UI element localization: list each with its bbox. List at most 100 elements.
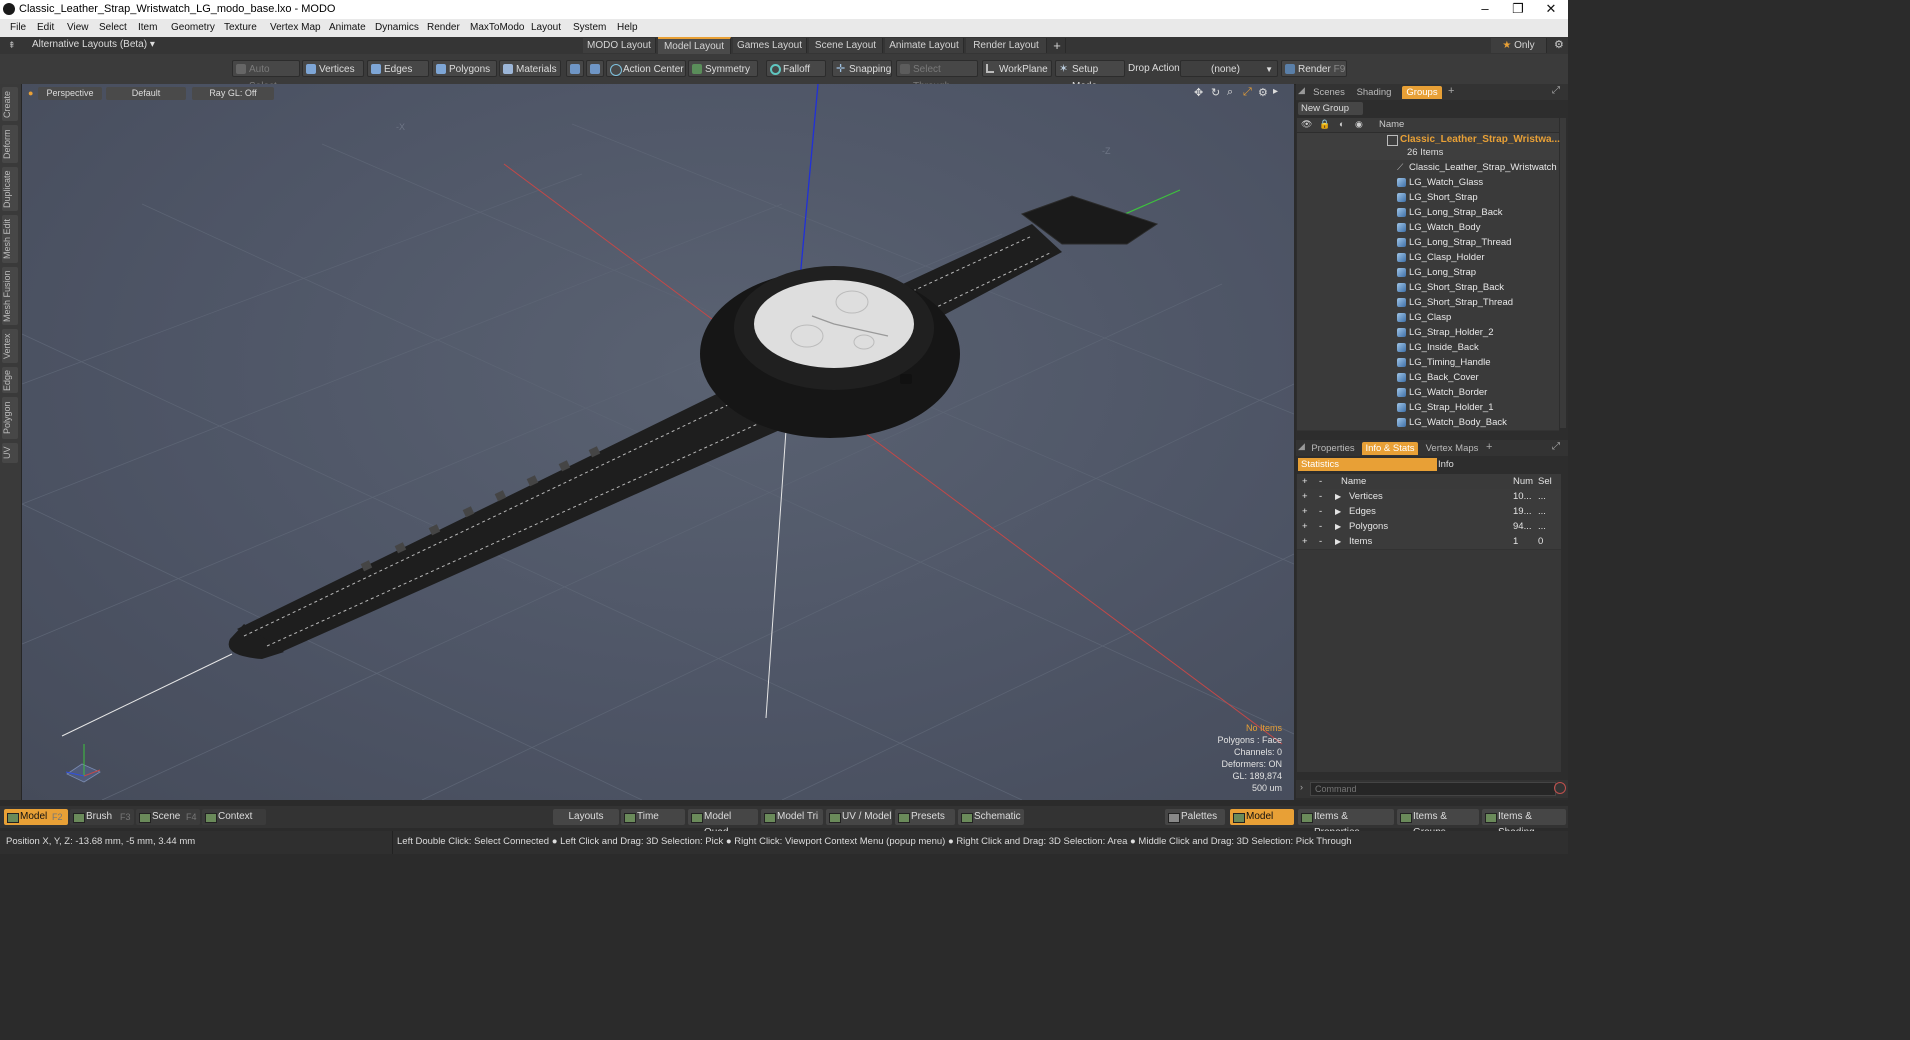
expand-arrow-icon[interactable]: ▶ [1335, 519, 1341, 534]
menu-help[interactable]: Help [617, 22, 638, 33]
tab-duplicate[interactable]: Duplicate [2, 167, 18, 211]
group-item[interactable]: LG_Short_Strap_Back [1297, 280, 1559, 296]
tab-properties[interactable]: Properties [1308, 442, 1358, 455]
scene-mode-button[interactable]: Scene F4 [136, 809, 200, 825]
lock-icon[interactable]: 🔒 [1319, 119, 1330, 130]
tab-uv[interactable]: UV [2, 443, 18, 463]
items-groups-button[interactable]: Items & Groups [1397, 809, 1479, 838]
menu-view[interactable]: View [67, 22, 89, 33]
group-item[interactable]: LG_Watch_Glass [1297, 175, 1559, 191]
model-tri-button[interactable]: Model Tri [761, 809, 823, 825]
plus-icon[interactable]: + [1302, 489, 1308, 504]
close-icon[interactable]: ✕ [1531, 1, 1571, 17]
tab-model-layout[interactable]: Model Layout [658, 37, 731, 54]
tab-shading[interactable]: Shading [1352, 86, 1396, 99]
render-button[interactable]: Render F9 [1281, 60, 1347, 77]
menu-layout[interactable]: Layout [531, 22, 561, 33]
tab-info-stats[interactable]: Info & Stats [1362, 442, 1418, 455]
tab-animate-layout[interactable]: Animate Layout [885, 38, 964, 53]
auto-select-button[interactable]: Auto Select [232, 60, 300, 92]
stats-row[interactable]: + - ▶ Polygons 94...... [1297, 519, 1561, 535]
context-mode-button[interactable]: Context [202, 809, 266, 825]
tab-games-layout[interactable]: Games Layout [733, 38, 807, 53]
group-item[interactable]: LG_Clasp [1297, 310, 1559, 326]
minus-icon[interactable]: - [1319, 504, 1322, 519]
group-item[interactable]: LG_Inside_Back [1297, 340, 1559, 356]
group-item[interactable]: LG_Timing_Handle [1297, 355, 1559, 371]
tab-scene-layout[interactable]: Scene Layout [809, 38, 883, 53]
model-panel-button[interactable]: Model [1230, 809, 1294, 825]
stats-row[interactable]: + - ▶ Vertices 10...... [1297, 489, 1561, 505]
setup-mode-button[interactable]: ✶Setup Mode [1055, 60, 1125, 92]
only-button[interactable]: ★ Only [1491, 38, 1547, 53]
materials-button[interactable]: Materials [499, 60, 561, 77]
group-item[interactable]: LG_Long_Strap_Back [1297, 205, 1559, 221]
schematic-button[interactable]: Schematic [958, 809, 1024, 825]
eye-icon[interactable]: 👁 [1301, 119, 1312, 130]
action-center-button[interactable]: Action Center [606, 60, 686, 77]
plus-icon[interactable]: + [1302, 519, 1308, 534]
menu-geometry[interactable]: Geometry [171, 22, 215, 33]
expand-panel-icon[interactable]: ⤢ [1552, 85, 1560, 96]
tab-deform[interactable]: Deform [2, 125, 18, 163]
panel-grip-icon[interactable]: ◢ [1298, 85, 1305, 96]
tab-render-layout[interactable]: Render Layout [966, 38, 1047, 53]
panel-grip-icon[interactable]: ◢ [1298, 441, 1305, 452]
menu-animate[interactable]: Animate [329, 22, 366, 33]
menu-render[interactable]: Render [427, 22, 460, 33]
presets-button[interactable]: Presets [895, 809, 955, 825]
collapse-all-icon[interactable]: - [1319, 474, 1322, 489]
menu-edit[interactable]: Edit [37, 22, 54, 33]
tab-mesh-fusion[interactable]: Mesh Fusion [2, 267, 18, 325]
menu-select[interactable]: Select [99, 22, 127, 33]
info-tab[interactable]: Info [1438, 458, 1566, 471]
minus-icon[interactable]: - [1319, 519, 1322, 534]
group-item[interactable]: LG_Watch_Border [1297, 385, 1559, 401]
tab-modo-layout[interactable]: MODO Layout [583, 38, 656, 53]
group-item[interactable]: LG_Short_Strap [1297, 190, 1559, 206]
expand-arrow-icon[interactable]: ▶ [1335, 534, 1341, 549]
falloff-button[interactable]: Falloff [766, 60, 826, 77]
menu-vertex-map[interactable]: Vertex Map [270, 22, 321, 33]
3d-viewport[interactable]: ● Perspective Default Ray GL: Off ✥ ↻ ⌕ … [22, 84, 1294, 800]
items-properties-button[interactable]: Items & Properties [1298, 809, 1394, 838]
group-item[interactable]: LG_Strap_Holder_1 [1297, 400, 1559, 416]
expand-arrow-icon[interactable]: ▶ [1335, 489, 1341, 504]
workplane-button[interactable]: WorkPlane [982, 60, 1052, 77]
vertices-button[interactable]: Vertices [302, 60, 364, 77]
menu-item[interactable]: Item [138, 22, 157, 33]
time-button[interactable]: Time [621, 809, 685, 825]
menu-dynamics[interactable]: Dynamics [375, 22, 419, 33]
group-item[interactable]: LG_Watch_Body [1297, 220, 1559, 236]
add-tab-icon[interactable]: + [1448, 85, 1454, 97]
polygons-button[interactable]: Polygons [432, 60, 497, 77]
plus-icon[interactable]: + [1302, 504, 1308, 519]
command-record-icon[interactable] [1554, 782, 1566, 794]
minus-icon[interactable]: - [1319, 489, 1322, 504]
layouts-button[interactable]: Layouts [553, 809, 619, 825]
drop-action-select[interactable]: (none) ▼ [1180, 60, 1278, 77]
menu-maxtomodo[interactable]: MaxToModo [470, 22, 524, 33]
model-quad-button[interactable]: Model Quad [688, 809, 758, 838]
model-mode-button[interactable]: Model F2 [4, 809, 68, 825]
group-item[interactable]: LG_Watch_Body_Back [1297, 415, 1559, 431]
group-item[interactable]: LG_Long_Strap [1297, 265, 1559, 281]
menu-system[interactable]: System [573, 22, 606, 33]
group-item[interactable]: LG_Strap_Holder_2 [1297, 325, 1559, 341]
expand-arrow-icon[interactable]: ▶ [1335, 504, 1341, 519]
uv-model-button[interactable]: UV / Model [826, 809, 892, 825]
menu-file[interactable]: File [10, 22, 26, 33]
group-item[interactable]: LG_Short_Strap_Thread [1297, 295, 1559, 311]
items-shading-button[interactable]: Items & Shading [1482, 809, 1566, 838]
tab-mesh-edit[interactable]: Mesh Edit [2, 215, 18, 263]
select-toggle-icon[interactable]: ◉ [1355, 119, 1363, 130]
add-layout-button[interactable]: + [1049, 38, 1066, 53]
tab-vertex[interactable]: Vertex [2, 329, 18, 363]
layout-selector[interactable]: Alternative Layouts (Beta) ▾ [32, 39, 155, 50]
tab-vertex-maps[interactable]: Vertex Maps [1424, 442, 1480, 455]
select-mode-b-button[interactable] [586, 60, 604, 77]
expand-all-icon[interactable]: + [1302, 474, 1308, 489]
render-toggle-icon[interactable]: ◐ [1339, 119, 1344, 129]
edges-button[interactable]: Edges [367, 60, 429, 77]
statistics-tab[interactable]: Statistics [1298, 458, 1437, 471]
